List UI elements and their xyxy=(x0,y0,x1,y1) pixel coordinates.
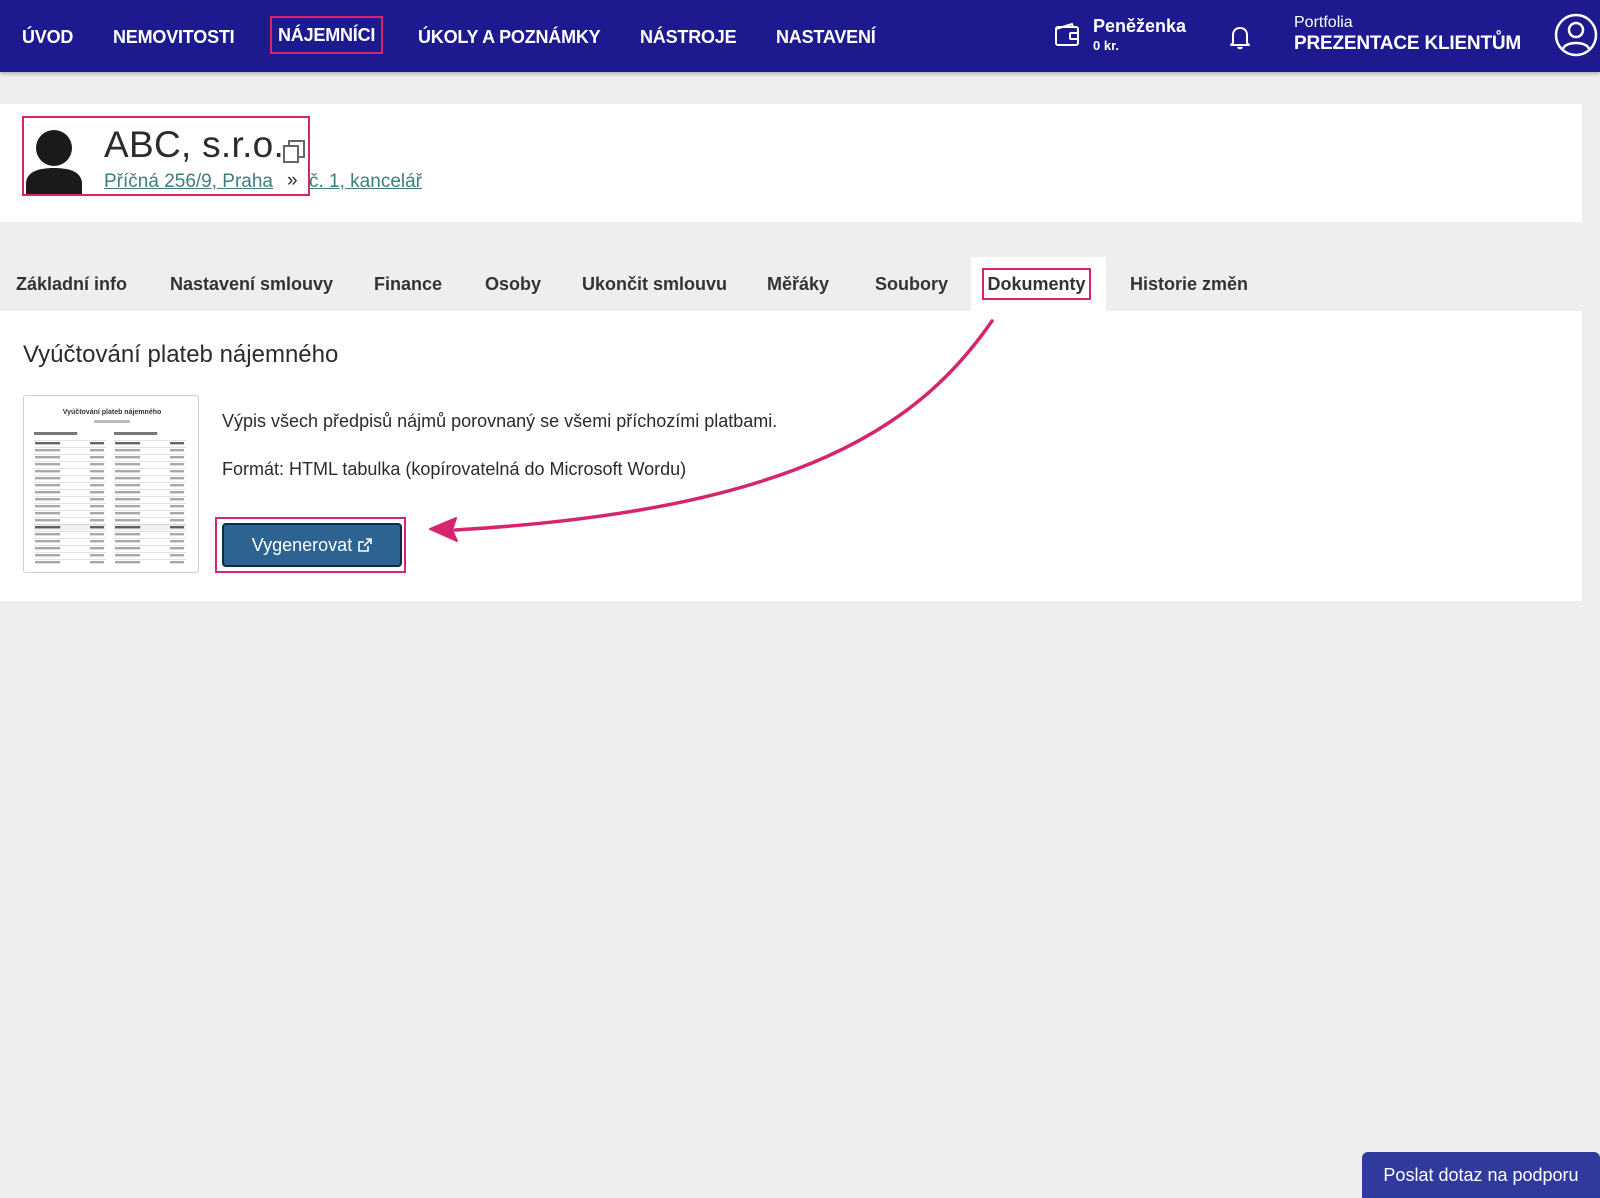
support-button[interactable]: Poslat dotaz na podporu xyxy=(1362,1152,1600,1198)
nav-item-ukoly[interactable]: Úkoly a poznámky xyxy=(418,21,601,53)
tab-historie-zmen[interactable]: Historie změn xyxy=(1130,258,1248,310)
nav-item-uvod[interactable]: Úvod xyxy=(22,21,73,53)
tab-meraky[interactable]: Měřáky xyxy=(767,258,829,310)
tab-soubory[interactable]: Soubory xyxy=(875,258,948,310)
document-format: Formát: HTML tabulka (kopírovatelná do M… xyxy=(222,459,687,479)
top-navigation: Úvod Nemovitosti Nájemníci Úkoly a pozná… xyxy=(0,0,1600,72)
breadcrumb-unit-link[interactable]: č. 1, kancelář xyxy=(309,171,422,193)
copy-icon[interactable] xyxy=(283,139,305,163)
tab-nastaveni-smlouvy[interactable]: Nastavení smlouvy xyxy=(170,258,333,310)
nav-item-nastroje[interactable]: Nástroje xyxy=(640,21,737,53)
tab-finance[interactable]: Finance xyxy=(374,258,442,310)
nav-item-najemnici[interactable]: Nájemníci xyxy=(270,16,384,54)
external-link-icon xyxy=(358,537,373,552)
document-description: Výpis všech předpisů nájmů porovnaný se … xyxy=(222,411,778,431)
tab-dokumenty[interactable]: Dokumenty xyxy=(982,268,1091,300)
document-preview-thumbnail: Vyúčtování plateb nájemného xyxy=(23,395,199,573)
tab-ukoncit-smlouvu[interactable]: Ukončit smlouvu xyxy=(582,258,727,310)
tab-zakladni-info[interactable]: Základní info xyxy=(16,258,127,310)
preview-table xyxy=(34,432,186,564)
breadcrumb-address-link[interactable]: Příčná 256/9, Praha xyxy=(104,171,273,193)
wallet-amount: 0 kr. xyxy=(1093,38,1120,53)
nav-item-nastaveni[interactable]: Nastavení xyxy=(776,21,876,53)
document-title: Vyúčtování plateb nájemného xyxy=(23,341,339,368)
tenant-name: ABC, s.r.o. xyxy=(104,124,285,165)
portfolio-label: Portfolia xyxy=(1294,14,1353,31)
user-icon[interactable] xyxy=(1554,13,1598,57)
avatar-icon xyxy=(26,130,82,194)
breadcrumb-separator: » xyxy=(287,170,298,191)
nav-item-nemovitosti[interactable]: Nemovitosti xyxy=(113,21,235,53)
wallet-title[interactable]: Peněženka xyxy=(1093,16,1186,37)
portfolio-name[interactable]: PREZENTACE KLIENTŮM xyxy=(1294,33,1521,55)
bell-icon[interactable] xyxy=(1228,24,1252,50)
preview-title: Vyúčtování plateb nájemného xyxy=(63,409,162,416)
document-preview-image: Vyúčtování plateb nájemného xyxy=(34,409,186,564)
generate-button-label: Vygenerovat xyxy=(251,535,353,555)
wallet-icon[interactable] xyxy=(1054,22,1080,48)
generate-button[interactable]: Vygenerovat xyxy=(222,523,402,567)
tab-osoby[interactable]: Osoby xyxy=(485,258,541,310)
